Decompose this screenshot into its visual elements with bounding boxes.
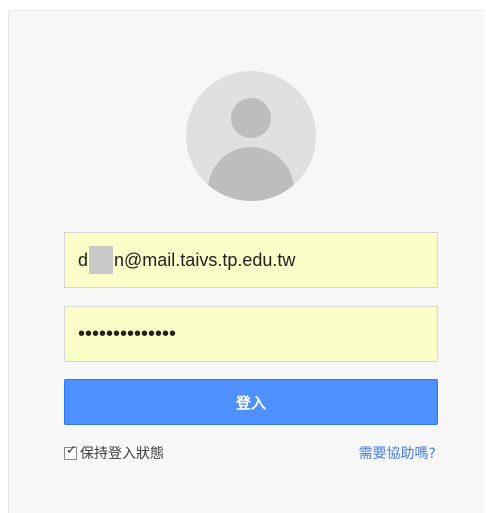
email-prefix: d — [78, 249, 89, 270]
stay-signed-in-checkbox[interactable]: ✓ — [64, 442, 77, 460]
signin-button-label: 登入 — [235, 393, 266, 412]
login-card: d n@mail.taivs.tp.edu.tw •••••••••••••• 登… — [8, 10, 484, 513]
checkmark-icon: ✓ — [66, 442, 77, 458]
password-value: •••••••••••••• — [78, 323, 177, 345]
signin-button[interactable]: 登入 — [64, 379, 438, 425]
email-field[interactable]: d n@mail.taivs.tp.edu.tw — [64, 232, 438, 288]
help-link[interactable]: 需要協助嗎? — [359, 443, 436, 463]
avatar — [186, 71, 316, 201]
redaction-block — [89, 246, 114, 274]
email-suffix: n@mail.taivs.tp.edu.tw — [114, 249, 296, 270]
avatar-body-shape — [208, 147, 294, 201]
avatar-head-shape — [231, 98, 271, 138]
password-field[interactable]: •••••••••••••• — [64, 306, 438, 362]
stay-signed-in-row[interactable]: ✓ 保持登入狀態 — [64, 443, 164, 463]
stay-signed-in-label[interactable]: 保持登入狀態 — [80, 443, 164, 463]
